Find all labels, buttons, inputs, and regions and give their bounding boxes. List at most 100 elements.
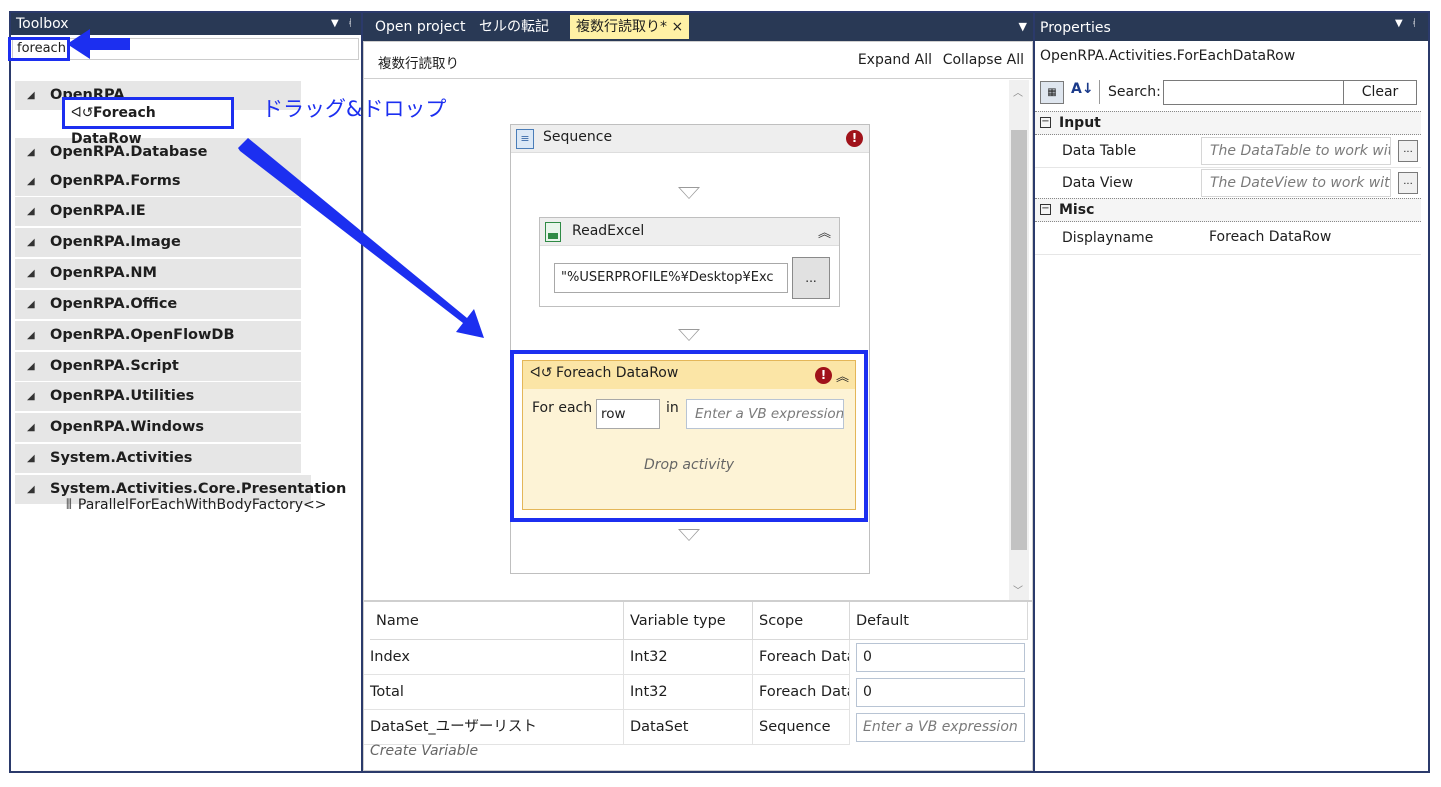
toolbox-item-parallel-foreach[interactable]: ⫴ ParallelForEachWithBodyFactory<>: [66, 495, 327, 515]
expand-triangle-icon[interactable]: ◢: [27, 167, 35, 196]
tab-multi-row-read[interactable]: 複数行読取り* ×: [570, 15, 690, 39]
property-name: Data Table: [1062, 143, 1137, 159]
pin-icon[interactable]: ᚮ: [347, 13, 353, 35]
property-search-input[interactable]: [1163, 80, 1344, 105]
collapse-all-button[interactable]: Collapse All: [943, 52, 1024, 68]
collapse-chevron-icon[interactable]: ︽: [836, 366, 849, 385]
variable-scope-cell[interactable]: Foreach DataRow: [753, 675, 850, 710]
toolbox-category[interactable]: ◢ OpenRPA.Database: [15, 138, 301, 167]
tab-cell-transfer[interactable]: セルの転記: [473, 15, 555, 39]
variable-default-input[interactable]: Enter a VB expression: [856, 713, 1025, 742]
create-variable-row[interactable]: Create Variable: [370, 743, 478, 759]
toolbox-category[interactable]: ◢ OpenRPA.Office: [15, 290, 301, 319]
expand-triangle-icon[interactable]: ◢: [27, 138, 35, 167]
values-expression-input[interactable]: Enter a VB expression: [686, 399, 844, 429]
toolbox-category-label: OpenRPA.Utilities: [50, 388, 195, 404]
variable-default-input[interactable]: 0: [856, 643, 1025, 672]
toolbox-category[interactable]: ◢ OpenRPA.Windows: [15, 413, 301, 442]
toolbox-category[interactable]: ◢ System.Activities: [15, 444, 301, 473]
property-value-input[interactable]: The DataTable to work with: [1201, 137, 1391, 165]
variable-scope-cell[interactable]: Foreach DataRow: [753, 640, 850, 675]
sequence-title: Sequence: [543, 129, 613, 145]
collapse-chevron-icon[interactable]: ︽: [818, 222, 831, 241]
clear-button[interactable]: Clear: [1343, 80, 1417, 105]
variable-name-cell[interactable]: DataSet_ユーザーリスト: [364, 710, 624, 745]
property-value-input[interactable]: The DateView to work with: [1201, 169, 1391, 197]
toolbox-category[interactable]: ◢ OpenRPA.Utilities: [15, 382, 301, 411]
variable-type-cell[interactable]: Int32: [624, 640, 753, 675]
variable-scope-cell[interactable]: Sequence: [753, 710, 850, 745]
sequence-icon: ≡: [516, 129, 534, 149]
expand-triangle-icon[interactable]: ◢: [27, 413, 35, 442]
search-highlight-box: [8, 37, 70, 61]
breadcrumb[interactable]: 複数行読取り: [378, 52, 459, 72]
column-header-name[interactable]: Name: [370, 602, 624, 640]
toolbox-category[interactable]: ◢ OpenRPA.IE: [15, 197, 301, 226]
toolbox-item-foreach-datarow[interactable]: ᐊ↺Foreach DataRow: [62, 97, 234, 147]
drop-target-arrow[interactable]: [678, 529, 700, 541]
toolbox-category[interactable]: ◢ OpenRPA.OpenFlowDB: [15, 321, 301, 350]
loop-icon: ᐊ↺: [71, 105, 94, 121]
browse-button[interactable]: ...: [792, 257, 830, 299]
scroll-down-icon[interactable]: ﹀: [1013, 582, 1023, 597]
properties-title-bar: Properties ▼ ᚮ: [1035, 13, 1428, 41]
property-value-input[interactable]: Foreach DataRow: [1201, 224, 1421, 252]
scroll-up-icon[interactable]: ︿: [1013, 84, 1023, 99]
foreach-datarow-activity[interactable]: ᐊ↺ Foreach DataRow ! ︽ For each row in E…: [522, 360, 856, 510]
alphabetical-sort-icon[interactable]: A↓: [1071, 81, 1094, 97]
property-category[interactable]: − Misc: [1035, 198, 1421, 222]
drop-target-arrow[interactable]: [678, 329, 700, 341]
sequence-header[interactable]: ≡ Sequence !: [511, 125, 869, 153]
collapse-box-icon[interactable]: −: [1040, 204, 1051, 215]
expand-triangle-icon[interactable]: ◢: [27, 352, 35, 381]
column-header-default[interactable]: Default: [850, 602, 1028, 640]
toolbox-category[interactable]: ◢ OpenRPA.Script: [15, 352, 301, 381]
close-icon[interactable]: ×: [671, 19, 683, 35]
expand-triangle-icon[interactable]: ◢: [27, 81, 35, 110]
read-excel-header[interactable]: ReadExcel ︽: [540, 218, 839, 246]
foreach-header[interactable]: ᐊ↺ Foreach DataRow ! ︽: [523, 361, 855, 389]
toolbox-category[interactable]: ◢ OpenRPA.Image: [15, 228, 301, 257]
column-header-type[interactable]: Variable type: [624, 602, 753, 640]
expand-triangle-icon[interactable]: ◢: [27, 321, 35, 350]
expand-triangle-icon[interactable]: ◢: [27, 259, 35, 288]
variable-type-cell[interactable]: DataSet: [624, 710, 753, 745]
expand-triangle-icon[interactable]: ◢: [27, 228, 35, 257]
drop-activity-zone[interactable]: Drop activity: [523, 457, 855, 473]
loop-variable-input[interactable]: row: [596, 399, 660, 429]
property-name: Displayname: [1062, 230, 1154, 246]
ellipsis-button[interactable]: ...: [1398, 140, 1418, 162]
expand-triangle-icon[interactable]: ◢: [27, 290, 35, 319]
variable-type-cell[interactable]: Int32: [624, 675, 753, 710]
filename-field[interactable]: "%USERPROFILE%¥Desktop¥Exc: [554, 263, 788, 293]
pin-icon[interactable]: ᚮ: [1411, 13, 1417, 35]
dropdown-icon[interactable]: ▼: [1395, 13, 1403, 35]
vertical-scrollbar[interactable]: ︿ ﹀: [1009, 80, 1029, 600]
divider: [1035, 254, 1421, 255]
loop-icon: ᐊ↺: [530, 365, 553, 381]
variable-name-cell[interactable]: Index: [364, 640, 624, 675]
expand-triangle-icon[interactable]: ◢: [27, 444, 35, 473]
variable-default-input[interactable]: 0: [856, 678, 1025, 707]
drop-target-arrow[interactable]: [678, 187, 700, 199]
toolbox-category[interactable]: ◢ OpenRPA.Forms: [15, 167, 301, 196]
tab-dropdown-icon[interactable]: ▼: [1019, 13, 1027, 41]
column-header-scope[interactable]: Scope: [753, 602, 850, 640]
expand-triangle-icon[interactable]: ◢: [27, 475, 35, 504]
expand-triangle-icon[interactable]: ◢: [27, 197, 35, 226]
tab-open-project[interactable]: Open project: [369, 15, 471, 39]
dropdown-icon[interactable]: ▼: [331, 13, 339, 35]
collapse-box-icon[interactable]: −: [1040, 117, 1051, 128]
property-category[interactable]: − Input: [1035, 111, 1421, 135]
divider: [364, 78, 1032, 79]
scrollbar-thumb[interactable]: [1011, 130, 1027, 550]
variable-name-cell[interactable]: Total: [364, 675, 624, 710]
expand-triangle-icon[interactable]: ◢: [27, 382, 35, 411]
in-label: in: [666, 400, 679, 416]
ellipsis-button[interactable]: ...: [1398, 172, 1418, 194]
expand-all-button[interactable]: Expand All: [858, 52, 932, 68]
categorized-view-icon[interactable]: ▦: [1040, 81, 1064, 104]
toolbox-category-label: OpenRPA.IE: [50, 203, 146, 219]
toolbox-category[interactable]: ◢ OpenRPA.NM: [15, 259, 301, 288]
read-excel-activity[interactable]: ReadExcel ︽ "%USERPROFILE%¥Desktop¥Exc .…: [539, 217, 840, 307]
